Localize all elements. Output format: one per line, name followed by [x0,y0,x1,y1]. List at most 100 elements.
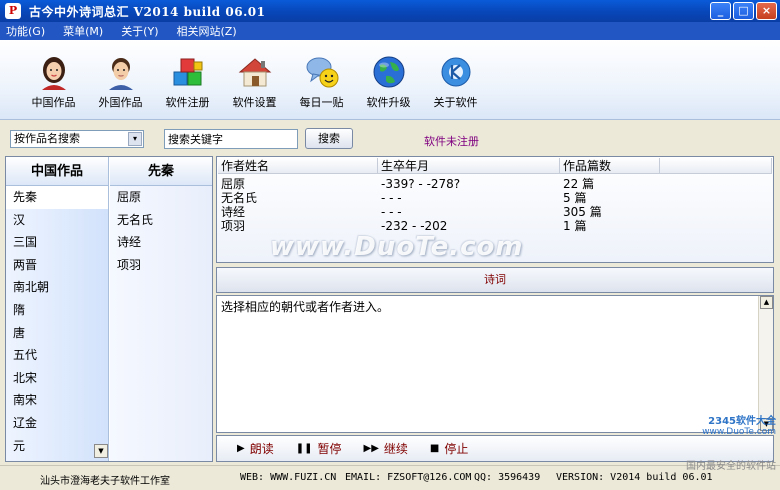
kde-gear-icon [441,57,470,87]
fast-forward-icon: ▶▶ [363,443,379,454]
search-type-value: 按作品名搜索 [14,132,80,145]
stop-label: 停止 [444,442,469,456]
stop-icon: ■ [429,443,440,454]
chat-smiley-icon [306,57,338,88]
corner-line-2: www.DuoTe.com [702,427,776,437]
table-row[interactable]: 项羽 -232 - -202 1 篇 [218,219,772,233]
author-item[interactable]: 诗经 [110,231,212,254]
register-button[interactable]: 软件注册 [154,40,221,120]
dynasty-item[interactable]: 先秦 [6,186,108,209]
dynasty-item[interactable]: 五代 [6,344,108,367]
status-web: WEB: WWW.FUZI.CN [240,472,337,483]
dynasty-item[interactable]: 隋 [6,299,108,322]
tool-label: 软件设置 [232,96,277,109]
settings-button[interactable]: 软件设置 [221,40,288,120]
pause-button[interactable]: ❚❚ 暂停 [296,440,342,457]
minimize-button[interactable]: _ [710,2,731,20]
tool-label: 中国作品 [31,96,76,109]
cell-count: 22 篇 [563,177,595,191]
search-button[interactable]: 搜索 [305,128,353,149]
dynasty-item[interactable]: 北宋 [6,367,108,390]
menu-function[interactable]: 功能(G) [6,23,45,39]
tool-label: 每日一贴 [299,96,344,109]
table-row[interactable]: 屈原 -339? - -278? 22 篇 [218,177,772,191]
author-item[interactable]: 项羽 [110,254,212,277]
pause-label: 暂停 [317,442,342,456]
cell-years: -339? - -278? [381,177,461,191]
tool-label: 软件注册 [165,96,210,109]
menu-about[interactable]: 关于(Y) [121,23,158,39]
dynasty-item[interactable]: 辽金 [6,412,108,435]
menu-menu[interactable]: 菜单(M) [63,23,103,39]
read-aloud-label: 朗读 [249,442,274,456]
dynasty-item[interactable]: 唐 [6,322,108,345]
chinese-works-button[interactable]: 中国作品 [20,40,87,120]
resume-button[interactable]: ▶▶ 继续 [364,440,408,457]
dynasty-item[interactable]: 三国 [6,231,108,254]
status-bar: 汕头市澄海老夫子软件工作室 WEB: WWW.FUZI.CN EMAIL: FZ… [0,465,780,490]
table-row[interactable]: 无名氏 - - - 5 篇 [218,191,772,205]
cell-author: 诗经 [221,205,246,219]
cell-years: - - - [381,191,402,205]
table-header: 作者姓名 生卒年月 作品篇数 [218,158,772,174]
search-type-select[interactable]: 按作品名搜索 ▾ [10,130,144,148]
upgrade-button[interactable]: 软件升级 [355,40,422,120]
poem-text: 选择相应的朝代或者作者进入。 [221,300,390,314]
cell-author: 无名氏 [221,191,258,205]
toolbar: 中国作品 外国作品 软件注册 软件设置 每日一贴 软件升级 关于软件 [0,40,780,120]
app-icon: P [5,3,21,19]
chevron-down-icon[interactable]: ▾ [128,132,142,146]
watermark: www.DuoTe.com [270,232,524,262]
search-bar: 按作品名搜索 ▾ 搜索 软件未注册 [0,121,780,155]
menu-bar: 功能(G) 菜单(M) 关于(Y) 相关网站(Z) [0,22,780,40]
house-icon [238,58,271,87]
registration-status: 软件未注册 [424,135,479,148]
table-row[interactable]: 诗经 - - - 305 篇 [218,205,772,219]
about-software-button[interactable]: 关于软件 [422,40,489,120]
globe-icon [373,56,404,88]
poem-header: 诗词 [216,267,774,293]
author-header: 先秦 [110,157,212,186]
menu-related-sites[interactable]: 相关网站(Z) [177,23,237,39]
close-button[interactable]: × [756,2,777,20]
foreign-works-button[interactable]: 外国作品 [87,40,154,120]
dynasty-item[interactable]: 元 [6,435,108,458]
dynasty-item[interactable]: 南宋 [6,389,108,412]
dynasty-item[interactable]: 南北朝 [6,276,108,299]
column-header-years[interactable]: 生卒年月 [378,158,560,174]
read-aloud-button[interactable]: ▶ 朗读 [237,440,274,457]
column-header-count[interactable]: 作品篇数 [560,158,660,174]
tool-label: 关于软件 [433,96,478,109]
scroll-down-button[interactable]: ▼ [94,444,108,458]
corner-line-1: 2345软件大全 [708,416,776,427]
dynasty-column: 中国作品 先秦 汉 三国 两晋 南北朝 隋 唐 五代 北宋 南宋 辽金 元 ▼ [6,157,109,461]
cell-count: 1 篇 [563,219,587,233]
tool-label: 外国作品 [98,96,143,109]
browse-panel: 中国作品 先秦 汉 三国 两晋 南北朝 隋 唐 五代 北宋 南宋 辽金 元 ▼ … [5,156,213,462]
corner-watermark: 2345软件大全 www.DuoTe.com 国内最安全的软件站 [686,412,776,472]
scroll-up-button[interactable]: ▲ [760,296,773,309]
cell-years: - - - [381,205,402,219]
dynasty-item[interactable]: 两晋 [6,254,108,277]
daily-post-button[interactable]: 每日一贴 [288,40,355,120]
stop-button[interactable]: ■ 停止 [430,440,468,457]
author-column: 先秦 屈原 无名氏 诗经 项羽 [110,157,212,461]
column-header-name[interactable]: 作者姓名 [218,158,378,174]
author-list: 屈原 无名氏 诗经 项羽 [110,186,212,276]
cell-author: 项羽 [221,219,246,233]
corner-line-3: 国内最安全的软件站 [686,461,776,472]
search-input[interactable] [164,129,298,149]
dynasty-list: 先秦 汉 三国 两晋 南北朝 隋 唐 五代 北宋 南宋 辽金 元 [6,186,108,457]
cell-count: 305 篇 [563,205,602,219]
dynasty-item[interactable]: 汉 [6,209,108,232]
blocks-icon [173,58,202,86]
author-item[interactable]: 屈原 [110,186,212,209]
author-item[interactable]: 无名氏 [110,209,212,232]
maximize-button[interactable]: □ [733,2,754,20]
column-header-extra[interactable] [660,158,772,174]
foreign-man-icon [108,58,133,90]
status-version: VERSION: V2014 build 06.01 [556,472,713,483]
pause-icon: ❚❚ [295,443,313,454]
tool-label: 软件升级 [366,96,411,109]
status-email: EMAIL: FZSOFT@126.COM [345,472,472,483]
